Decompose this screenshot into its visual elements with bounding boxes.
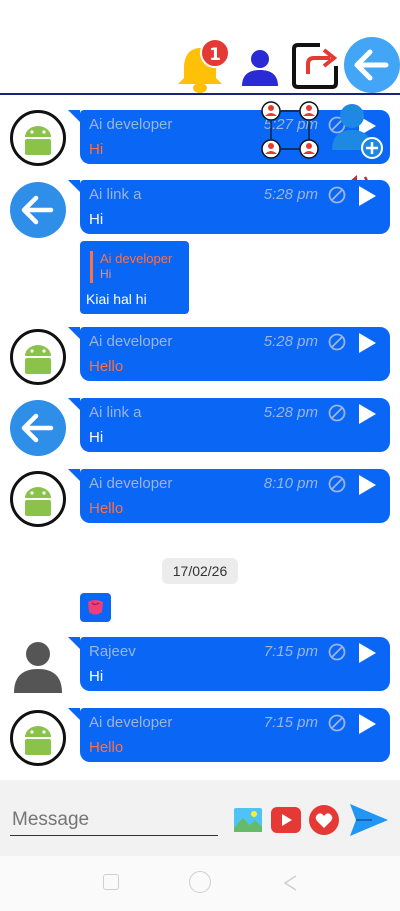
message-bubble[interactable]: Ai developer 8:10 pm Hello xyxy=(68,469,390,523)
message-text: Hi xyxy=(89,211,104,228)
reply-message[interactable]: Ai developer Hi Kiai hal hi xyxy=(80,241,189,314)
sticker-message[interactable] xyxy=(80,593,111,622)
person-icon xyxy=(14,642,62,693)
recents-button[interactable] xyxy=(103,874,119,890)
avatar xyxy=(10,329,66,385)
back-arrow-icon xyxy=(21,195,54,225)
avatar xyxy=(10,710,66,766)
play-icon[interactable] xyxy=(356,184,378,208)
quoted-sender: Ai developer xyxy=(100,251,173,266)
heart-icon[interactable] xyxy=(308,804,340,836)
message-time: 7:15 pm xyxy=(263,714,318,731)
block-icon[interactable] xyxy=(328,714,346,732)
message-text: Hello xyxy=(89,500,124,517)
sender-name: Rajeev xyxy=(89,643,136,660)
message-bubble[interactable]: Ai link a 5:28 pm Hi xyxy=(68,398,390,452)
android-icon xyxy=(25,126,51,155)
block-icon[interactable] xyxy=(328,404,346,422)
play-icon[interactable] xyxy=(356,712,378,736)
android-icon xyxy=(25,345,51,374)
message-bubble[interactable]: Ai developer 5:28 pm Hello xyxy=(68,327,390,381)
avatar xyxy=(10,110,66,166)
message-item[interactable]: Ai link a 5:28 pm Hi xyxy=(0,180,400,240)
share-icon[interactable] xyxy=(290,40,342,92)
android-icon xyxy=(25,726,51,755)
message-bubble[interactable]: Ai link a 5:28 pm Hi xyxy=(68,180,390,234)
sender-name: Ai developer xyxy=(89,333,173,350)
message-item[interactable]: Ai developer 5:28 pm Hello xyxy=(0,327,400,387)
block-icon[interactable] xyxy=(328,186,346,204)
message-text: Hello xyxy=(89,358,124,375)
message-time: 5:28 pm xyxy=(263,404,318,421)
sender-name: Ai developer xyxy=(89,714,173,731)
message-bubble[interactable]: Ai developer 7:15 pm Hello xyxy=(68,708,390,762)
avatar xyxy=(10,637,66,693)
avatar xyxy=(10,400,66,456)
play-icon[interactable] xyxy=(356,473,378,497)
message-time: 7:15 pm xyxy=(263,643,318,660)
message-text: Hi xyxy=(89,668,104,685)
network-nodes-icon[interactable] xyxy=(260,100,322,162)
android-icon xyxy=(25,487,51,516)
message-input[interactable] xyxy=(10,804,218,836)
message-item[interactable]: Ai link a 5:28 pm Hi xyxy=(0,398,400,458)
back-button[interactable] xyxy=(344,37,400,93)
avatar xyxy=(10,471,66,527)
message-item[interactable]: Rajeev 7:15 pm Hi xyxy=(0,637,400,697)
sender-name: Ai developer xyxy=(89,475,173,492)
message-time: 5:28 pm xyxy=(263,186,318,203)
sender-name: Ai link a xyxy=(89,186,142,203)
block-icon[interactable] xyxy=(328,475,346,493)
message-text: Hi xyxy=(89,429,104,446)
avatar xyxy=(10,182,66,238)
add-user-icon[interactable] xyxy=(330,102,384,160)
home-button[interactable] xyxy=(189,871,211,893)
message-time: 8:10 pm xyxy=(263,475,318,492)
person-icon[interactable] xyxy=(240,46,280,88)
chat-screen: 1 Ai developer 5:27 pm Hi Ai link a 5:28… xyxy=(0,0,400,911)
play-icon[interactable] xyxy=(356,641,378,665)
video-icon[interactable] xyxy=(270,804,302,836)
message-item[interactable]: Ai developer 8:10 pm Hello xyxy=(0,469,400,529)
quoted-text: Hi xyxy=(100,267,112,281)
message-text: Hello xyxy=(89,739,124,756)
composer-bar xyxy=(0,780,400,856)
play-icon[interactable] xyxy=(356,331,378,355)
top-bar: 1 xyxy=(0,0,400,95)
back-arrow-icon xyxy=(21,413,54,443)
sender-name: Ai developer xyxy=(89,116,173,133)
emoji-sticker-icon xyxy=(88,600,103,615)
send-icon[interactable] xyxy=(348,802,390,838)
notification-badge: 1 xyxy=(200,38,230,68)
back-arrow-icon xyxy=(354,49,389,81)
system-nav-bar xyxy=(0,856,400,911)
reply-text: Kiai hal hi xyxy=(86,291,147,307)
sender-name: Ai link a xyxy=(89,404,142,421)
date-separator: 17/02/26 xyxy=(162,558,238,584)
message-bubble[interactable]: Rajeev 7:15 pm Hi xyxy=(68,637,390,691)
message-item[interactable]: Ai developer 7:15 pm Hello xyxy=(0,708,400,768)
top-divider xyxy=(0,93,400,95)
image-icon[interactable] xyxy=(232,804,264,836)
play-icon[interactable] xyxy=(356,402,378,426)
quote-bar xyxy=(90,251,93,283)
message-text: Hi xyxy=(89,141,104,158)
block-icon[interactable] xyxy=(328,333,346,351)
block-icon[interactable] xyxy=(328,643,346,661)
system-back-icon[interactable] xyxy=(282,874,298,892)
message-time: 5:28 pm xyxy=(263,333,318,350)
